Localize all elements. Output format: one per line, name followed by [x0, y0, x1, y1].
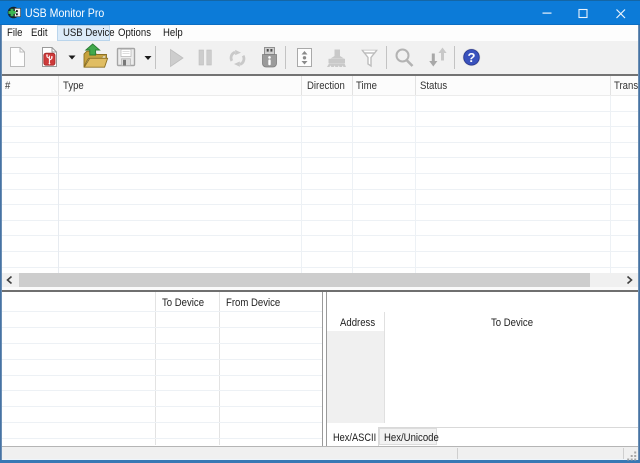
- svg-text:?: ?: [468, 50, 476, 65]
